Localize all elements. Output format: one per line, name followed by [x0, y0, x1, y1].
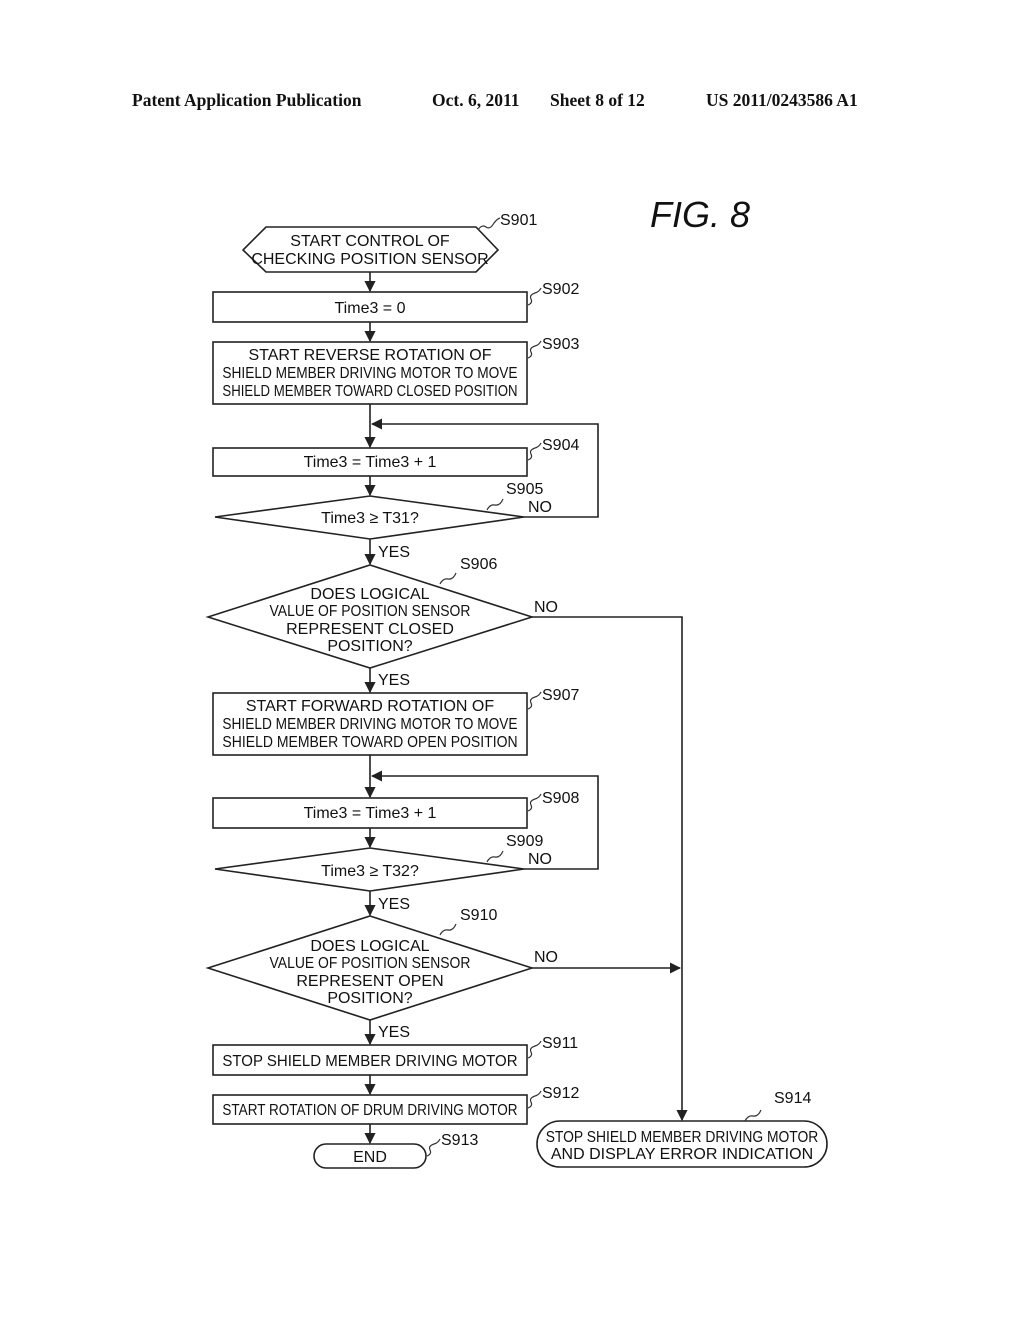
- node-text: DOES LOGICAL: [310, 586, 429, 603]
- ref-leader: [744, 1109, 762, 1122]
- step-ref: S904: [542, 437, 579, 454]
- step-ref: S908: [542, 790, 579, 807]
- node-text: VALUE OF POSITION SENSOR: [270, 955, 471, 972]
- node-text: START CONTROL OF: [290, 233, 450, 250]
- node-text: DOES LOGICAL: [310, 938, 429, 955]
- node-s907: START FORWARD ROTATION OF SHIELD MEMBER …: [212, 687, 579, 756]
- ref-leader: [486, 498, 504, 511]
- node-text: POSITION?: [327, 638, 412, 655]
- edge-label-yes: YES: [378, 544, 410, 561]
- node-text: SHIELD MEMBER DRIVING MOTOR TO MOVE: [222, 365, 517, 382]
- edge-label-no: NO: [528, 499, 552, 516]
- ref-leader: [426, 1138, 441, 1157]
- step-ref: S907: [542, 687, 579, 704]
- edge-label-yes: YES: [378, 896, 410, 913]
- node-text: AND DISPLAY ERROR INDICATION: [551, 1146, 813, 1163]
- step-ref: S912: [542, 1085, 579, 1102]
- node-s902: Time3 = 0 S902: [212, 281, 579, 323]
- node-text: CHECKING POSITION SENSOR: [251, 251, 488, 268]
- node-text: Time3 = 0: [335, 300, 406, 317]
- ref-leader: [486, 850, 504, 863]
- node-s911: STOP SHIELD MEMBER DRIVING MOTOR S911: [212, 1035, 578, 1076]
- node-text: REPRESENT CLOSED: [286, 621, 454, 638]
- node-s909: Time3 ≥ T32? S909: [214, 833, 543, 892]
- node-s903: START REVERSE ROTATION OF SHIELD MEMBER …: [212, 336, 579, 405]
- ref-leader: [527, 1090, 542, 1109]
- node-text: POSITION?: [327, 990, 412, 1007]
- node-s901: START CONTROL OF CHECKING POSITION SENSO…: [241, 212, 537, 273]
- edge-label-yes: YES: [378, 1024, 410, 1041]
- node-text: Time3 = Time3 + 1: [304, 805, 437, 822]
- node-s906: DOES LOGICAL VALUE OF POSITION SENSOR RE…: [205, 556, 535, 669]
- step-ref: S910: [460, 907, 497, 924]
- node-text: SHIELD MEMBER TOWARD OPEN POSITION: [222, 734, 517, 751]
- ref-leader: [527, 340, 542, 359]
- node-text: SHIELD MEMBER TOWARD CLOSED POSITION: [222, 383, 517, 400]
- node-s905: Time3 ≥ T31? S905: [214, 481, 543, 540]
- node-text: STOP SHIELD MEMBER DRIVING MOTOR: [222, 1053, 517, 1070]
- edge-label-no: NO: [534, 949, 558, 966]
- node-text: END: [353, 1149, 387, 1166]
- node-text: START ROTATION OF DRUM DRIVING MOTOR: [222, 1102, 517, 1119]
- node-text: START REVERSE ROTATION OF: [249, 347, 492, 364]
- node-s904: Time3 = Time3 + 1 S904: [212, 437, 579, 477]
- node-text: Time3 = Time3 + 1: [304, 454, 437, 471]
- flowchart: FIG. 8 YES NO NO YES NO YES NO YES START…: [205, 194, 828, 1169]
- ref-leader: [527, 691, 542, 710]
- node-s910: DOES LOGICAL VALUE OF POSITION SENSOR RE…: [205, 907, 535, 1021]
- step-ref: S901: [500, 212, 537, 229]
- node-text: REPRESENT OPEN: [296, 973, 443, 990]
- ref-leader: [477, 217, 501, 231]
- step-ref: S905: [506, 481, 543, 498]
- step-ref: S914: [774, 1090, 811, 1107]
- step-ref: S903: [542, 336, 579, 353]
- node-s913: END S913: [313, 1132, 478, 1169]
- edge-label-no: NO: [534, 599, 558, 616]
- step-ref: S913: [441, 1132, 478, 1149]
- step-ref: S911: [542, 1035, 578, 1052]
- edge-label-no: NO: [528, 851, 552, 868]
- node-s912: START ROTATION OF DRUM DRIVING MOTOR S91…: [212, 1085, 579, 1125]
- node-s908: Time3 = Time3 + 1 S908: [212, 790, 579, 829]
- node-text: START FORWARD ROTATION OF: [246, 698, 495, 715]
- figure-label: FIG. 8: [650, 194, 750, 235]
- node-text: Time3 ≥ T31?: [321, 510, 419, 527]
- edge-label-yes: YES: [378, 672, 410, 689]
- node-text: SHIELD MEMBER DRIVING MOTOR TO MOVE: [222, 716, 517, 733]
- ref-leader: [527, 793, 542, 812]
- node-text: STOP SHIELD MEMBER DRIVING MOTOR: [546, 1129, 819, 1146]
- step-ref: S902: [542, 281, 579, 298]
- node-text: VALUE OF POSITION SENSOR: [270, 603, 471, 620]
- ref-leader: [439, 572, 457, 585]
- ref-leader: [527, 1040, 542, 1059]
- ref-leader: [439, 923, 457, 936]
- step-ref: S906: [460, 556, 497, 573]
- node-text: Time3 ≥ T32?: [321, 863, 419, 880]
- ref-leader: [527, 287, 542, 306]
- ref-leader: [527, 442, 542, 461]
- step-ref: S909: [506, 833, 543, 850]
